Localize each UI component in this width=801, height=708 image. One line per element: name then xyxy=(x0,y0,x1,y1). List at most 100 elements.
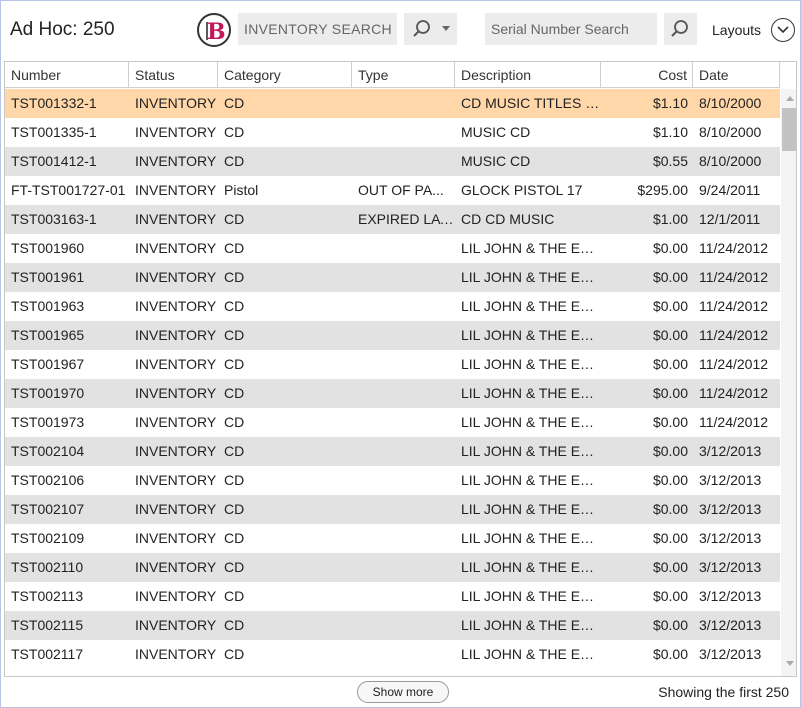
table-row[interactable]: FT-TST001727-01 INVENTORY Pistol OUT OF PA.… xyxy=(5,176,780,205)
result-count-text: Showing the first 250 xyxy=(658,684,789,700)
scroll-thumb[interactable] xyxy=(782,108,796,151)
cell-status: INVENTORY xyxy=(135,356,217,372)
table-row[interactable]: TST001332-1 INVENTORY CD CD MUSIC TITLES C.… xyxy=(5,89,780,118)
cell-type xyxy=(352,466,455,495)
cell-description: MUSIC CD xyxy=(461,153,531,169)
cell-status: INVENTORY xyxy=(135,124,217,140)
table-row[interactable]: TST001960 INVENTORY CD LIL JOHN & THE EA...… xyxy=(5,234,780,263)
cell-category: CD xyxy=(224,385,245,401)
column-header-number[interactable]: Number xyxy=(5,62,129,88)
cell-cost: $0.00 xyxy=(652,559,688,575)
show-more-button[interactable]: Show more xyxy=(357,681,449,703)
cell-type xyxy=(352,553,455,582)
chevron-down-icon[interactable] xyxy=(771,18,795,42)
serial-search-button[interactable] xyxy=(664,13,697,45)
cell-description: LIL JOHN & THE EA... xyxy=(461,559,601,575)
column-header-status[interactable]: Status xyxy=(129,62,218,88)
cell-status: INVENTORY xyxy=(135,559,217,575)
table-row[interactable]: TST001961 INVENTORY CD LIL JOHN & THE EA...… xyxy=(5,263,780,292)
table-row[interactable]: TST002113 INVENTORY CD LIL JOHN & THE EA...… xyxy=(5,582,780,611)
cell-date: 9/24/2011 xyxy=(699,182,761,198)
table-row[interactable]: TST002117 INVENTORY CD LIL JOHN & THE EA...… xyxy=(5,640,780,669)
table-row[interactable]: TST002107 INVENTORY CD LIL JOHN & THE EA...… xyxy=(5,495,780,524)
column-header-description[interactable]: Description xyxy=(455,62,601,88)
cell-number: TST001965 xyxy=(11,327,85,343)
inventory-search-input[interactable] xyxy=(238,13,397,45)
scroll-down-arrow-icon[interactable] xyxy=(786,661,794,666)
inventory-search-button[interactable] xyxy=(404,13,457,45)
cell-description: LIL JOHN & THE EA... xyxy=(461,472,601,488)
cell-cost: $0.00 xyxy=(652,385,688,401)
column-header-category[interactable]: Category xyxy=(218,62,352,88)
table-row[interactable]: TST002115 INVENTORY CD LIL JOHN & THE EA...… xyxy=(5,611,780,640)
table-row[interactable]: TST002106 INVENTORY CD LIL JOHN & THE EA...… xyxy=(5,466,780,495)
table-row[interactable]: TST001970 INVENTORY CD LIL JOHN & THE EA...… xyxy=(5,379,780,408)
cell-number: TST002115 xyxy=(11,617,84,633)
column-header-cost[interactable]: Cost xyxy=(601,62,693,88)
cell-type xyxy=(352,118,455,147)
cell-description: MUSIC CD xyxy=(461,124,531,140)
table-row[interactable]: TST001335-1 INVENTORY CD MUSIC CD $1.10 8/10/… xyxy=(5,118,780,147)
search-icon xyxy=(412,19,432,44)
cell-date: 11/24/2012 xyxy=(699,385,769,401)
cell-number: TST002104 xyxy=(11,443,85,459)
page-title: Ad Hoc: 250 xyxy=(10,19,115,40)
cell-type xyxy=(352,147,455,176)
cell-status: INVENTORY xyxy=(135,501,217,517)
table-row[interactable]: TST001973 INVENTORY CD LIL JOHN & THE EA...… xyxy=(5,408,780,437)
cell-type xyxy=(352,379,455,408)
cell-cost: $0.55 xyxy=(652,153,688,169)
cell-date: 11/24/2012 xyxy=(699,356,769,372)
table-row[interactable]: TST003163-1 INVENTORY CD EXPIRED LAY... CD C… xyxy=(5,205,780,234)
cell-category: CD xyxy=(224,356,245,372)
cell-date: 11/24/2012 xyxy=(699,298,769,314)
cell-type xyxy=(352,524,455,553)
cell-category: CD xyxy=(224,530,245,546)
cell-number: TST002117 xyxy=(11,646,84,662)
column-header-date[interactable]: Date xyxy=(693,62,780,88)
layouts-label[interactable]: Layouts xyxy=(712,22,761,38)
header: Ad Hoc: 250 B Layouts xyxy=(0,0,801,60)
cell-description: LIL JOHN & THE EA... xyxy=(461,269,601,285)
cell-number: TST002107 xyxy=(11,501,85,517)
cell-status: INVENTORY xyxy=(135,211,217,227)
cell-date: 11/24/2012 xyxy=(699,414,769,430)
caret-down-icon[interactable] xyxy=(442,26,450,31)
cell-description: LIL JOHN & THE EA... xyxy=(461,240,601,256)
cell-number: FT-TST001727-01 xyxy=(11,182,126,198)
cell-description: CD CD MUSIC xyxy=(461,211,555,227)
column-header-type[interactable]: Type xyxy=(352,62,455,88)
scroll-up-arrow-icon[interactable] xyxy=(786,96,794,101)
table-row[interactable]: TST002109 INVENTORY CD LIL JOHN & THE EA...… xyxy=(5,524,780,553)
cell-description: LIL JOHN & THE EA... xyxy=(461,617,601,633)
table-header: Number Status Category Type Description … xyxy=(5,62,780,88)
cell-date: 3/12/2013 xyxy=(699,443,762,459)
cell-cost: $0.00 xyxy=(652,617,688,633)
cell-cost: $1.10 xyxy=(652,124,688,140)
serial-number-search-input[interactable] xyxy=(485,13,657,45)
cell-description: LIL JOHN & THE EA... xyxy=(461,385,601,401)
cell-category: CD xyxy=(224,588,245,604)
table-row[interactable]: TST001965 INVENTORY CD LIL JOHN & THE EA...… xyxy=(5,321,780,350)
cell-status: INVENTORY xyxy=(135,153,217,169)
cell-status: INVENTORY xyxy=(135,182,217,198)
cell-cost: $1.10 xyxy=(652,95,688,111)
cell-description: CD MUSIC TITLES C... xyxy=(461,95,601,111)
cell-date: 3/12/2013 xyxy=(699,559,762,575)
cell-category: CD xyxy=(224,559,245,575)
cell-category: CD xyxy=(224,414,245,430)
inventory-grid: Number Status Category Type Description … xyxy=(4,61,797,677)
table-row[interactable]: TST002104 INVENTORY CD LIL JOHN & THE EA...… xyxy=(5,437,780,466)
table-row[interactable]: TST001412-1 INVENTORY CD MUSIC CD $0.55 8/10/… xyxy=(5,147,780,176)
cell-number: TST002113 xyxy=(11,588,84,604)
cell-type xyxy=(352,263,455,292)
cell-type xyxy=(352,582,455,611)
table-row[interactable]: TST001967 INVENTORY CD LIL JOHN & THE EA...… xyxy=(5,350,780,379)
cell-category: CD xyxy=(224,211,245,227)
cell-status: INVENTORY xyxy=(135,269,217,285)
table-row[interactable]: TST001963 INVENTORY CD LIL JOHN & THE EA...… xyxy=(5,292,780,321)
table-row[interactable]: TST002110 INVENTORY CD LIL JOHN & THE EA...… xyxy=(5,553,780,582)
vertical-scrollbar[interactable] xyxy=(781,89,796,676)
b-logo-icon[interactable]: B xyxy=(197,13,231,47)
cell-date: 11/24/2012 xyxy=(699,240,769,256)
